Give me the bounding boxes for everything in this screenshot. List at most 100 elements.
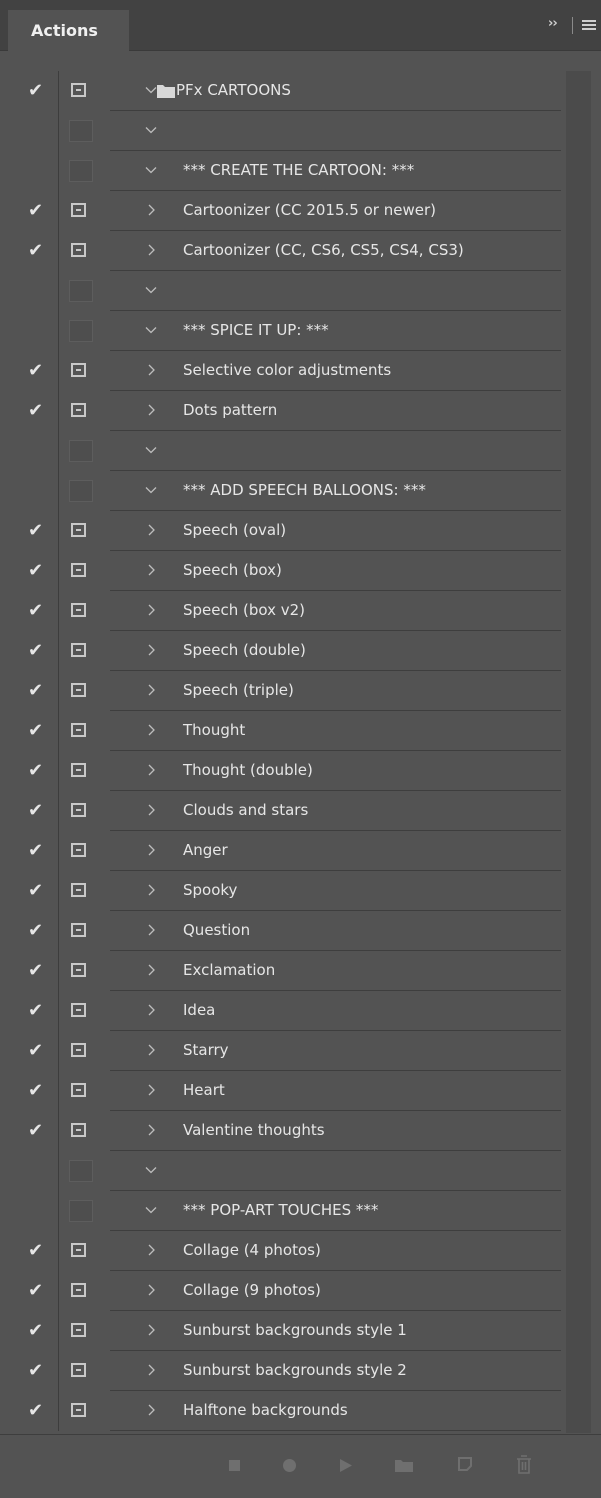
- toggle-cell[interactable]: [9, 151, 57, 191]
- action-row[interactable]: *** ADD SPEECH BALLOONS: ***: [9, 471, 566, 511]
- chevron-right-icon[interactable]: [143, 602, 159, 618]
- toggle-cell[interactable]: ✔: [9, 671, 57, 711]
- action-body[interactable]: Sunburst backgrounds style 1: [110, 1311, 561, 1351]
- toggle-cell[interactable]: ✔: [9, 191, 57, 231]
- action-row[interactable]: ✔ Sunburst backgrounds style 1: [9, 1311, 566, 1351]
- dialog-icon[interactable]: [71, 1243, 86, 1257]
- action-body[interactable]: Speech (box): [110, 551, 561, 591]
- action-body[interactable]: Halftone backgrounds: [110, 1391, 561, 1431]
- action-body[interactable]: Thought (double): [110, 751, 561, 791]
- chevron-right-icon[interactable]: [143, 1082, 159, 1098]
- dialog-toggle-cell[interactable]: [59, 311, 109, 351]
- action-row[interactable]: [9, 431, 566, 471]
- dialog-toggle-cell[interactable]: [59, 1391, 109, 1431]
- chevron-down-icon[interactable]: [143, 1202, 159, 1218]
- toggle-cell[interactable]: ✔: [9, 71, 57, 111]
- action-row[interactable]: ✔ Starry: [9, 1031, 566, 1071]
- chevron-right-icon[interactable]: [143, 1282, 159, 1298]
- dialog-toggle-cell[interactable]: [59, 991, 109, 1031]
- toggle-cell[interactable]: ✔: [9, 1311, 57, 1351]
- chevron-right-icon[interactable]: [143, 1042, 159, 1058]
- toggle-cell[interactable]: ✔: [9, 1351, 57, 1391]
- chevron-right-icon[interactable]: [143, 562, 159, 578]
- action-body[interactable]: Dots pattern: [110, 391, 561, 431]
- new-set-button[interactable]: [394, 1457, 414, 1473]
- toggle-cell[interactable]: ✔: [9, 231, 57, 271]
- action-body[interactable]: [110, 431, 561, 471]
- action-row[interactable]: ✔ Halftone backgrounds: [9, 1391, 566, 1431]
- checkmark-icon[interactable]: ✔: [28, 1081, 43, 1101]
- action-row[interactable]: *** SPICE IT UP: ***: [9, 311, 566, 351]
- empty-dialog-box[interactable]: [69, 1200, 93, 1222]
- toggle-cell[interactable]: ✔: [9, 591, 57, 631]
- dialog-toggle-cell[interactable]: [59, 391, 109, 431]
- toggle-cell[interactable]: ✔: [9, 1231, 57, 1271]
- toggle-cell[interactable]: ✔: [9, 1111, 57, 1151]
- checkmark-icon[interactable]: ✔: [28, 1401, 43, 1421]
- chevron-right-icon[interactable]: [143, 642, 159, 658]
- action-body[interactable]: Thought: [110, 711, 561, 751]
- checkmark-icon[interactable]: ✔: [28, 1001, 43, 1021]
- dialog-toggle-cell[interactable]: [59, 1111, 109, 1151]
- dialog-icon[interactable]: [71, 1003, 86, 1017]
- dialog-toggle-cell[interactable]: [59, 671, 109, 711]
- dialog-toggle-cell[interactable]: [59, 1351, 109, 1391]
- dialog-icon[interactable]: [71, 363, 86, 377]
- dialog-toggle-cell[interactable]: [59, 511, 109, 551]
- toggle-cell[interactable]: ✔: [9, 991, 57, 1031]
- chevron-right-icon[interactable]: [143, 922, 159, 938]
- collapse-panel-button[interactable]: ››: [548, 16, 558, 31]
- checkmark-icon[interactable]: ✔: [28, 681, 43, 701]
- chevron-right-icon[interactable]: [143, 242, 159, 258]
- toggle-cell[interactable]: ✔: [9, 1271, 57, 1311]
- checkmark-icon[interactable]: ✔: [28, 1241, 43, 1261]
- toggle-cell[interactable]: [9, 1151, 57, 1191]
- chevron-down-icon[interactable]: [143, 322, 159, 338]
- action-row[interactable]: ✔ Speech (double): [9, 631, 566, 671]
- dialog-icon[interactable]: [71, 1123, 86, 1137]
- checkmark-icon[interactable]: ✔: [28, 841, 43, 861]
- action-body[interactable]: Exclamation: [110, 951, 561, 991]
- toggle-cell[interactable]: ✔: [9, 391, 57, 431]
- dialog-icon[interactable]: [71, 603, 86, 617]
- chevron-right-icon[interactable]: [143, 1122, 159, 1138]
- action-body[interactable]: Question: [110, 911, 561, 951]
- chevron-right-icon[interactable]: [143, 722, 159, 738]
- action-body[interactable]: Starry: [110, 1031, 561, 1071]
- action-body[interactable]: Cartoonizer (CC 2015.5 or newer): [110, 191, 561, 231]
- action-row[interactable]: ✔ Spooky: [9, 871, 566, 911]
- action-body[interactable]: Speech (box v2): [110, 591, 561, 631]
- action-row[interactable]: ✔ Collage (4 photos): [9, 1231, 566, 1271]
- dialog-toggle-cell[interactable]: [59, 151, 109, 191]
- action-row[interactable]: [9, 271, 566, 311]
- dialog-toggle-cell[interactable]: [59, 1071, 109, 1111]
- toggle-cell[interactable]: ✔: [9, 711, 57, 751]
- dialog-icon[interactable]: [71, 83, 86, 97]
- action-body[interactable]: *** ADD SPEECH BALLOONS: ***: [110, 471, 561, 511]
- action-body[interactable]: Heart: [110, 1071, 561, 1111]
- empty-dialog-box[interactable]: [69, 280, 93, 302]
- action-row[interactable]: ✔ Speech (box v2): [9, 591, 566, 631]
- checkmark-icon[interactable]: ✔: [28, 401, 43, 421]
- toggle-cell[interactable]: [9, 471, 57, 511]
- checkmark-icon[interactable]: ✔: [28, 881, 43, 901]
- action-body[interactable]: [110, 1151, 561, 1191]
- dialog-icon[interactable]: [71, 1363, 86, 1377]
- dialog-toggle-cell[interactable]: [59, 831, 109, 871]
- action-row[interactable]: ✔ Heart: [9, 1071, 566, 1111]
- chevron-right-icon[interactable]: [143, 202, 159, 218]
- dialog-toggle-cell[interactable]: [59, 471, 109, 511]
- checkmark-icon[interactable]: ✔: [28, 241, 43, 261]
- dialog-toggle-cell[interactable]: [59, 591, 109, 631]
- dialog-toggle-cell[interactable]: [59, 271, 109, 311]
- dialog-icon[interactable]: [71, 1323, 86, 1337]
- dialog-toggle-cell[interactable]: [59, 431, 109, 471]
- dialog-icon[interactable]: [71, 683, 86, 697]
- toggle-cell[interactable]: ✔: [9, 951, 57, 991]
- dialog-icon[interactable]: [71, 1283, 86, 1297]
- action-body[interactable]: Speech (triple): [110, 671, 561, 711]
- action-body[interactable]: Sunburst backgrounds style 2: [110, 1351, 561, 1391]
- action-body[interactable]: Collage (4 photos): [110, 1231, 561, 1271]
- chevron-right-icon[interactable]: [143, 1402, 159, 1418]
- action-row[interactable]: ✔ Sunburst backgrounds style 2: [9, 1351, 566, 1391]
